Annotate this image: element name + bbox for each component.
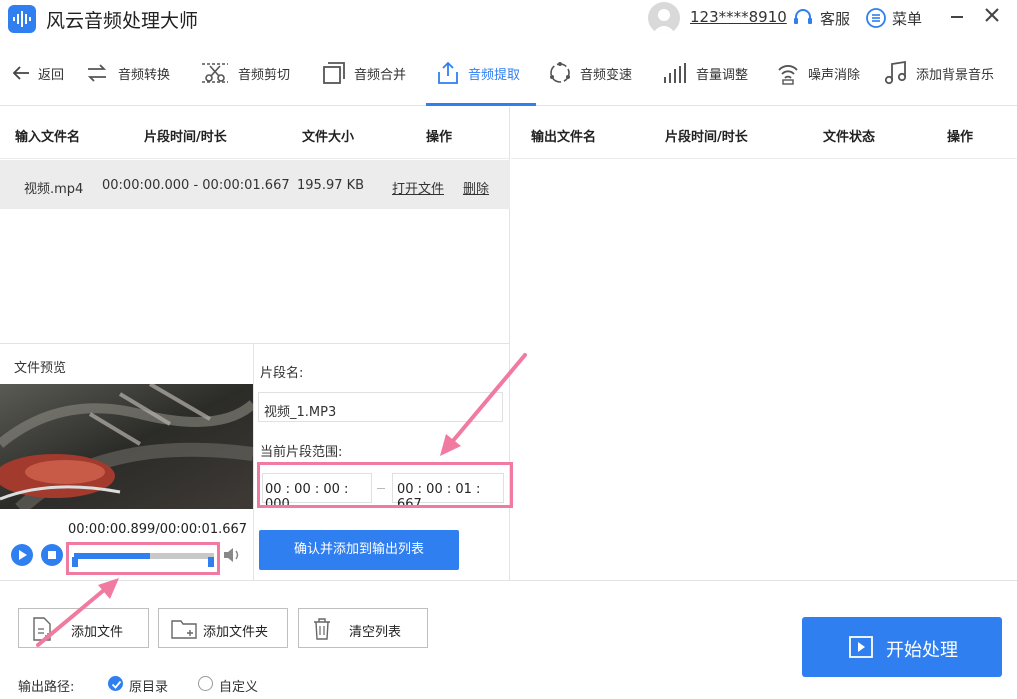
menu-icon[interactable] (865, 7, 887, 33)
add-file-label: 添加文件 (71, 625, 124, 640)
tab-label: 音频合并 (354, 67, 407, 83)
close-icon (985, 8, 999, 22)
add-file-icon (31, 617, 53, 645)
add-file-button[interactable]: 添加文件 (18, 608, 149, 648)
playback-time: 00:00:00.899/00:00:01.667 (68, 522, 248, 537)
back-label: 返回 (38, 67, 65, 83)
tab-label: 噪声消除 (808, 67, 861, 83)
tab-audio-extract[interactable]: 音频提取 (436, 40, 520, 106)
app-window: 风云音频处理大师 123****8910 客服 菜单 返回 音频转换 音频剪切 … (0, 0, 1017, 699)
divider (0, 580, 1017, 581)
row-size: 195.97 KB (297, 178, 365, 193)
play-icon (19, 550, 27, 560)
title-bar: 风云音频处理大师 123****8910 客服 菜单 (0, 0, 1017, 38)
music-note-icon (884, 60, 908, 86)
table-row[interactable]: 视频.mp4 00:00:00.000 - 00:00:01.667 195.9… (0, 160, 510, 209)
add-folder-icon (171, 617, 197, 645)
tab-audio-cut[interactable]: 音频剪切 (200, 40, 290, 106)
input-table-header: 输入文件名 片段时间/时长 文件大小 操作 (0, 107, 510, 159)
row-file-name: 视频.mp4 (24, 182, 84, 197)
start-process-button[interactable]: 开始处理 (802, 617, 1002, 677)
delete-link[interactable]: 删除 (463, 178, 489, 197)
output-table-header: 输出文件名 片段时间/时长 文件状态 操作 (511, 107, 1017, 159)
segment-name-label: 片段名: (260, 366, 304, 381)
divider (253, 344, 254, 580)
upload-icon (436, 61, 460, 85)
trash-icon (311, 617, 333, 645)
col-segment-time: 片段时间/时长 (144, 130, 227, 145)
tab-audio-convert[interactable]: 音频转换 (84, 40, 170, 106)
tab-add-bgm[interactable]: 添加背景音乐 (884, 40, 994, 106)
back-button[interactable]: 返回 (12, 40, 64, 106)
volume-bars-icon (662, 61, 688, 85)
radio-original-dir[interactable] (108, 676, 123, 691)
tab-volume-adjust[interactable]: 音量调整 (662, 40, 748, 106)
function-toolbar: 返回 音频转换 音频剪切 音频合并 音频提取 音频变速 音量调整 噪声消除 添加… (0, 40, 1017, 106)
tab-label: 音频剪切 (238, 67, 291, 83)
headset-icon[interactable] (792, 7, 814, 33)
check-icon (111, 680, 122, 689)
merge-icon (322, 61, 346, 85)
user-icon (652, 9, 676, 34)
app-logo (8, 5, 36, 33)
clear-list-button[interactable]: 清空列表 (298, 608, 428, 648)
close-button[interactable] (984, 7, 1000, 23)
tab-label: 音频变速 (580, 67, 633, 83)
service-button[interactable]: 客服 (820, 8, 850, 29)
col-file-size: 文件大小 (302, 130, 355, 145)
col-segment-time: 片段时间/时长 (665, 130, 748, 145)
segment-range-label: 当前片段范围: (260, 445, 343, 460)
stop-icon (48, 551, 56, 559)
app-title: 风云音频处理大师 (46, 10, 199, 32)
tab-audio-speed[interactable]: 音频变速 (548, 40, 632, 106)
avatar[interactable] (648, 2, 680, 34)
volume-icon[interactable] (222, 546, 242, 568)
highlight-box (257, 462, 513, 508)
add-folder-label: 添加文件夹 (203, 625, 269, 640)
col-file-status: 文件状态 (823, 130, 876, 145)
noise-icon (776, 61, 800, 85)
segment-name-input[interactable]: 视频_1.MP3 (258, 392, 503, 422)
row-range: 00:00:00.000 - 00:00:01.667 (102, 178, 290, 193)
speed-icon (548, 61, 572, 85)
tab-audio-merge[interactable]: 音频合并 (322, 40, 406, 106)
divider (0, 343, 510, 344)
menu-button[interactable]: 菜单 (892, 8, 922, 29)
radio-custom-label: 自定义 (219, 680, 259, 695)
highlight-box (66, 542, 220, 575)
open-file-link[interactable]: 打开文件 (392, 178, 444, 197)
confirm-add-button[interactable]: 确认并添加到输出列表 (259, 530, 459, 570)
minimize-button[interactable] (951, 16, 963, 18)
convert-icon (84, 61, 110, 85)
output-path-label: 输出路径: (18, 680, 75, 695)
video-preview (0, 384, 253, 509)
col-action: 操作 (426, 130, 453, 145)
col-input-name: 输入文件名 (15, 130, 81, 145)
play-box-icon (849, 636, 873, 663)
tab-label: 音频提取 (468, 67, 521, 83)
preview-title: 文件预览 (14, 361, 67, 376)
output-file-panel: 输出文件名 片段时间/时长 文件状态 操作 (511, 107, 1017, 580)
radio-original-label: 原目录 (129, 680, 169, 695)
tab-label: 音量调整 (696, 67, 749, 83)
tab-label: 添加背景音乐 (916, 67, 995, 83)
add-folder-button[interactable]: 添加文件夹 (158, 608, 288, 648)
play-button[interactable] (11, 544, 33, 566)
radio-custom-dir[interactable] (198, 676, 213, 691)
input-file-panel: 输入文件名 片段时间/时长 文件大小 操作 视频.mp4 00:00:00.00… (0, 107, 513, 580)
clear-list-label: 清空列表 (349, 625, 402, 640)
tab-noise-removal[interactable]: 噪声消除 (776, 40, 860, 106)
account-link[interactable]: 123****8910 (690, 8, 787, 26)
stop-button[interactable] (41, 544, 63, 566)
col-action: 操作 (947, 130, 974, 145)
scissors-icon (200, 60, 230, 86)
col-output-name: 输出文件名 (531, 130, 597, 145)
start-process-label: 开始处理 (886, 640, 958, 661)
tab-label: 音频转换 (118, 67, 171, 83)
arrow-left-icon (12, 65, 30, 81)
active-tab-indicator (426, 103, 536, 106)
